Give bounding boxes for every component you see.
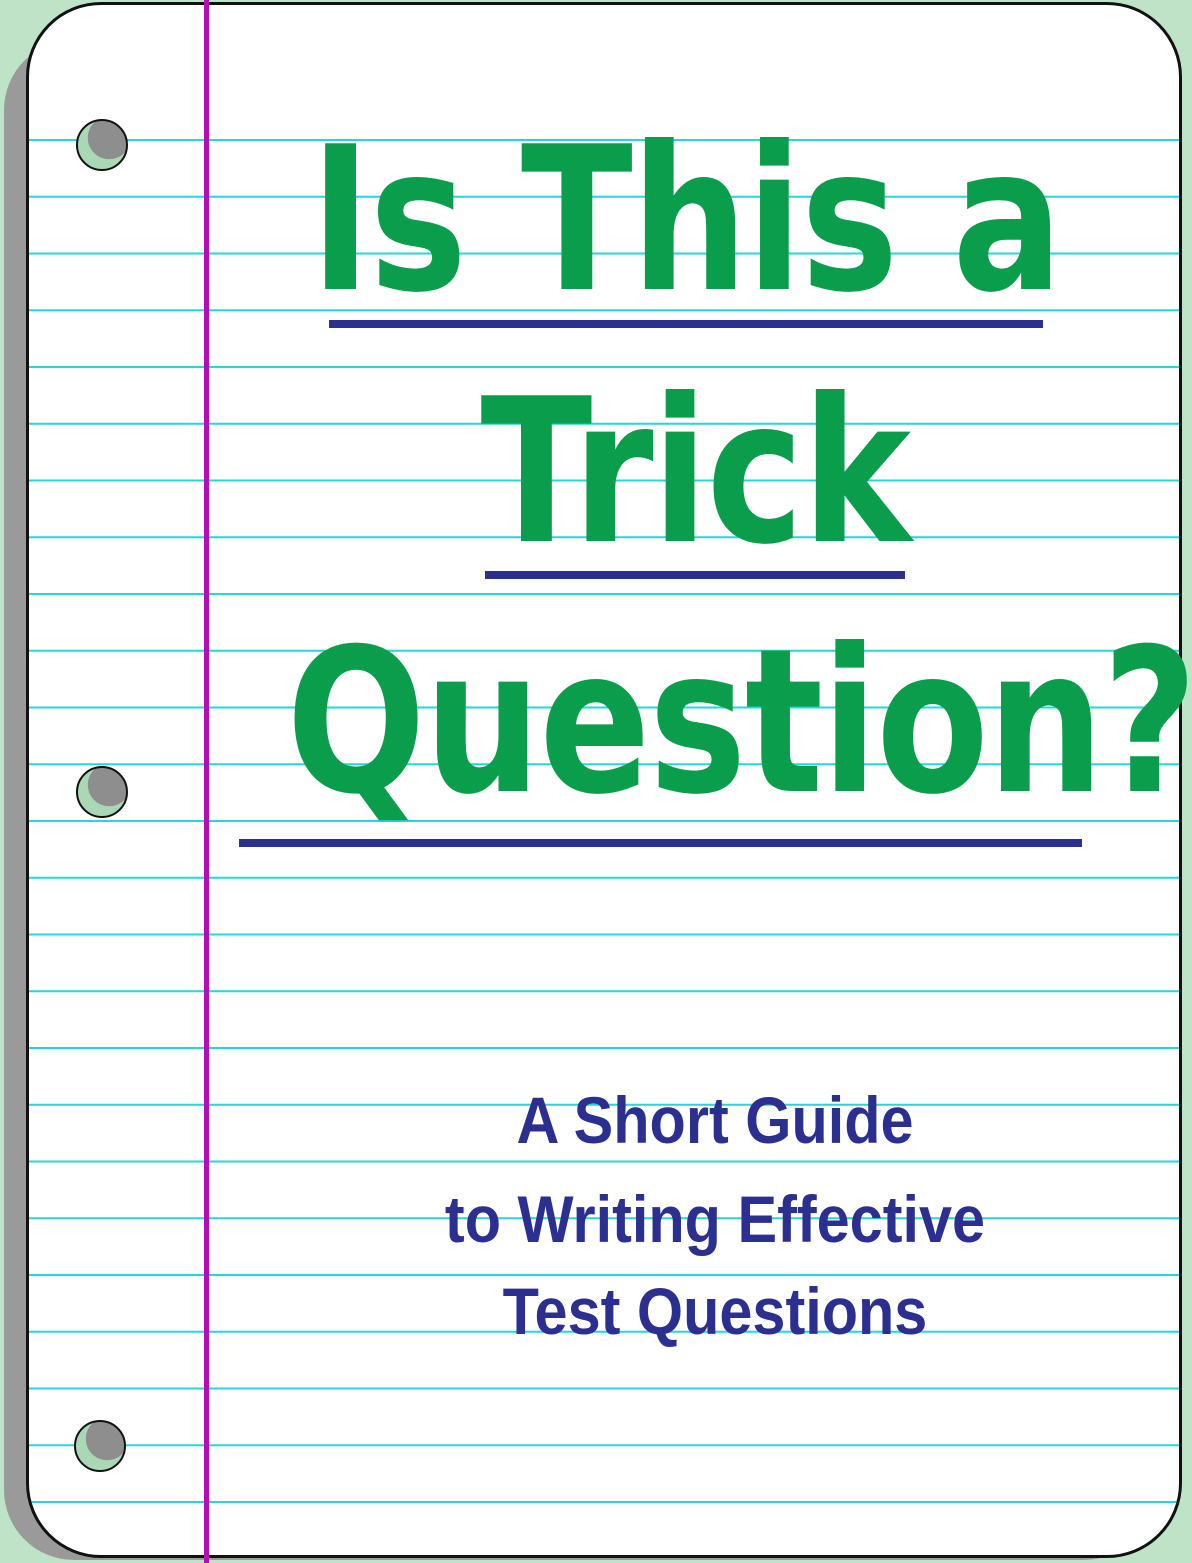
title-line-2: Trick bbox=[480, 356, 911, 589]
title-underline-2 bbox=[485, 571, 905, 579]
title-underline-3 bbox=[239, 839, 1082, 847]
binder-hole-middle bbox=[76, 766, 128, 818]
subtitle-line-2: to Writing Effective bbox=[444, 1182, 986, 1256]
title-line-3: Question? bbox=[286, 606, 1192, 839]
binder-hole-top bbox=[76, 119, 128, 171]
subtitle-line-3: Test Questions bbox=[502, 1274, 928, 1348]
title-line-1: Is This a bbox=[310, 104, 1063, 337]
binder-hole-bottom bbox=[74, 1420, 126, 1472]
margin-line bbox=[204, 0, 209, 1563]
subtitle-line-1: A Short Guide bbox=[516, 1083, 914, 1157]
title-underline-1 bbox=[329, 320, 1043, 328]
